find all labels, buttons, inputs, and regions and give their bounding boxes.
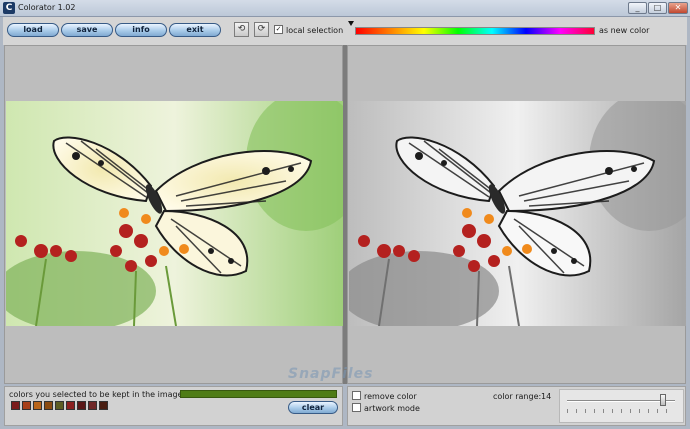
as-new-color-label: as new color — [599, 26, 650, 35]
info-button[interactable]: info — [115, 23, 167, 37]
kept-color-swatch[interactable] — [22, 401, 31, 410]
result-photo[interactable] — [349, 101, 686, 326]
kept-color-swatch[interactable] — [88, 401, 97, 410]
butterfly-photo-result — [349, 101, 686, 326]
load-button[interactable]: load — [7, 23, 59, 37]
toolbar: load save info exit ⟲ ⟳ ✓ local selectio… — [3, 17, 687, 45]
undo-icon[interactable]: ⟲ — [234, 22, 249, 37]
window-title: Colorator 1.02 — [18, 3, 76, 12]
local-selection-checkbox[interactable]: ✓ — [274, 25, 283, 34]
exit-button[interactable]: exit — [169, 23, 221, 37]
remove-color-label: remove color — [364, 392, 417, 401]
original-image-panel — [4, 45, 343, 384]
color-spectrum[interactable] — [355, 27, 595, 35]
artwork-mode-checkbox[interactable] — [352, 403, 361, 412]
local-selection-label: local selection — [286, 26, 344, 35]
kept-colors-label: colors you selected to be kept in the im… — [9, 390, 183, 399]
kept-color-swatch[interactable] — [44, 401, 53, 410]
clear-button[interactable]: clear — [288, 401, 338, 414]
original-photo[interactable] — [6, 101, 343, 326]
slider-track[interactable] — [567, 400, 675, 402]
options-area: remove color artwork mode color range: 1… — [347, 386, 686, 426]
kept-color-swatch[interactable] — [11, 401, 20, 410]
kept-color-swatch[interactable] — [99, 401, 108, 410]
kept-color-swatch[interactable] — [66, 401, 75, 410]
butterfly-photo-color — [6, 101, 343, 326]
kept-color-swatch[interactable] — [33, 401, 42, 410]
maximize-button[interactable]: □ — [648, 2, 667, 14]
kept-colors-area: colors you selected to be kept in the im… — [4, 386, 343, 426]
color-range-value: 14 — [541, 392, 552, 401]
minimize-button[interactable]: _ — [628, 2, 647, 14]
watermark: SnapFiles — [288, 366, 374, 382]
color-range-label: color range: — [493, 392, 542, 401]
app-icon: C — [3, 2, 15, 14]
kept-color-swatch[interactable] — [55, 401, 64, 410]
kept-color-swatch[interactable] — [77, 401, 86, 410]
result-image-panel — [347, 45, 686, 384]
title-bar: C Colorator 1.02 _ □ ✕ — [0, 0, 690, 17]
close-button[interactable]: ✕ — [668, 2, 688, 14]
color-range-slider[interactable] — [559, 389, 684, 423]
spectrum-pointer-icon[interactable] — [348, 21, 354, 26]
kept-color-swatches — [11, 401, 110, 410]
save-button[interactable]: save — [61, 23, 113, 37]
slider-ticks — [567, 409, 675, 413]
artwork-mode-label: artwork mode — [364, 404, 420, 413]
kept-color-bar — [180, 390, 337, 398]
remove-color-checkbox[interactable] — [352, 391, 361, 400]
slider-thumb[interactable] — [660, 394, 666, 406]
redo-icon[interactable]: ⟳ — [254, 22, 269, 37]
